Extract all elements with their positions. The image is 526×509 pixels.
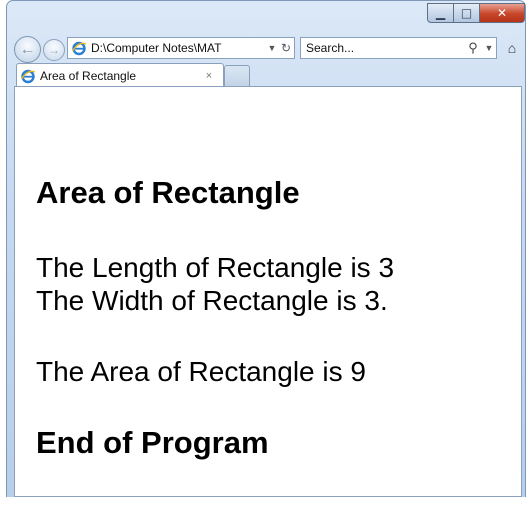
- address-bar[interactable]: D:\Computer Notes\MAT ▼ ↻: [67, 37, 295, 59]
- end-heading: End of Program: [36, 425, 269, 460]
- close-icon: ✕: [496, 6, 508, 20]
- maximize-icon: □: [460, 6, 473, 20]
- home-icon: ⌂: [507, 40, 517, 56]
- back-arrow-icon: ←: [19, 40, 36, 58]
- close-window-button[interactable]: ✕: [480, 3, 525, 23]
- width-line: The Width of Rectangle is 3.: [36, 285, 388, 316]
- maximize-button[interactable]: □: [454, 3, 480, 23]
- search-input[interactable]: Search...: [301, 41, 464, 55]
- forward-button[interactable]: →: [43, 39, 65, 61]
- page-heading: Area of Rectangle: [36, 175, 300, 210]
- search-box[interactable]: Search... ⚲ ▼: [300, 37, 497, 59]
- window-controls: ▁ □ ✕: [427, 3, 525, 23]
- close-tab-icon[interactable]: ×: [201, 70, 217, 82]
- home-button[interactable]: ⌂: [502, 37, 522, 59]
- chevron-down-icon[interactable]: ▼: [266, 43, 278, 53]
- search-dropdown-icon[interactable]: ▼: [482, 43, 496, 53]
- address-text: D:\Computer Notes\MAT: [91, 41, 222, 55]
- refresh-icon[interactable]: ↻: [278, 41, 294, 55]
- page-content: Area of Rectangle The Length of Rectangl…: [14, 86, 522, 497]
- tab-label: Area of Rectangle: [40, 68, 137, 83]
- tab-area-of-rectangle[interactable]: Area of Rectangle ×: [16, 63, 224, 87]
- back-button[interactable]: ←: [14, 36, 41, 63]
- area-line: The Area of Rectangle is 9: [36, 356, 366, 387]
- search-icon[interactable]: ⚲: [464, 40, 482, 56]
- ie-page-icon: [71, 41, 87, 56]
- length-line: The Length of Rectangle is 3: [36, 252, 395, 283]
- minimize-icon: ▁: [435, 6, 446, 20]
- minimize-button[interactable]: ▁: [427, 3, 454, 23]
- ie-tab-icon: [20, 69, 36, 83]
- forward-arrow-icon: →: [48, 43, 60, 57]
- new-tab-button[interactable]: [224, 65, 250, 86]
